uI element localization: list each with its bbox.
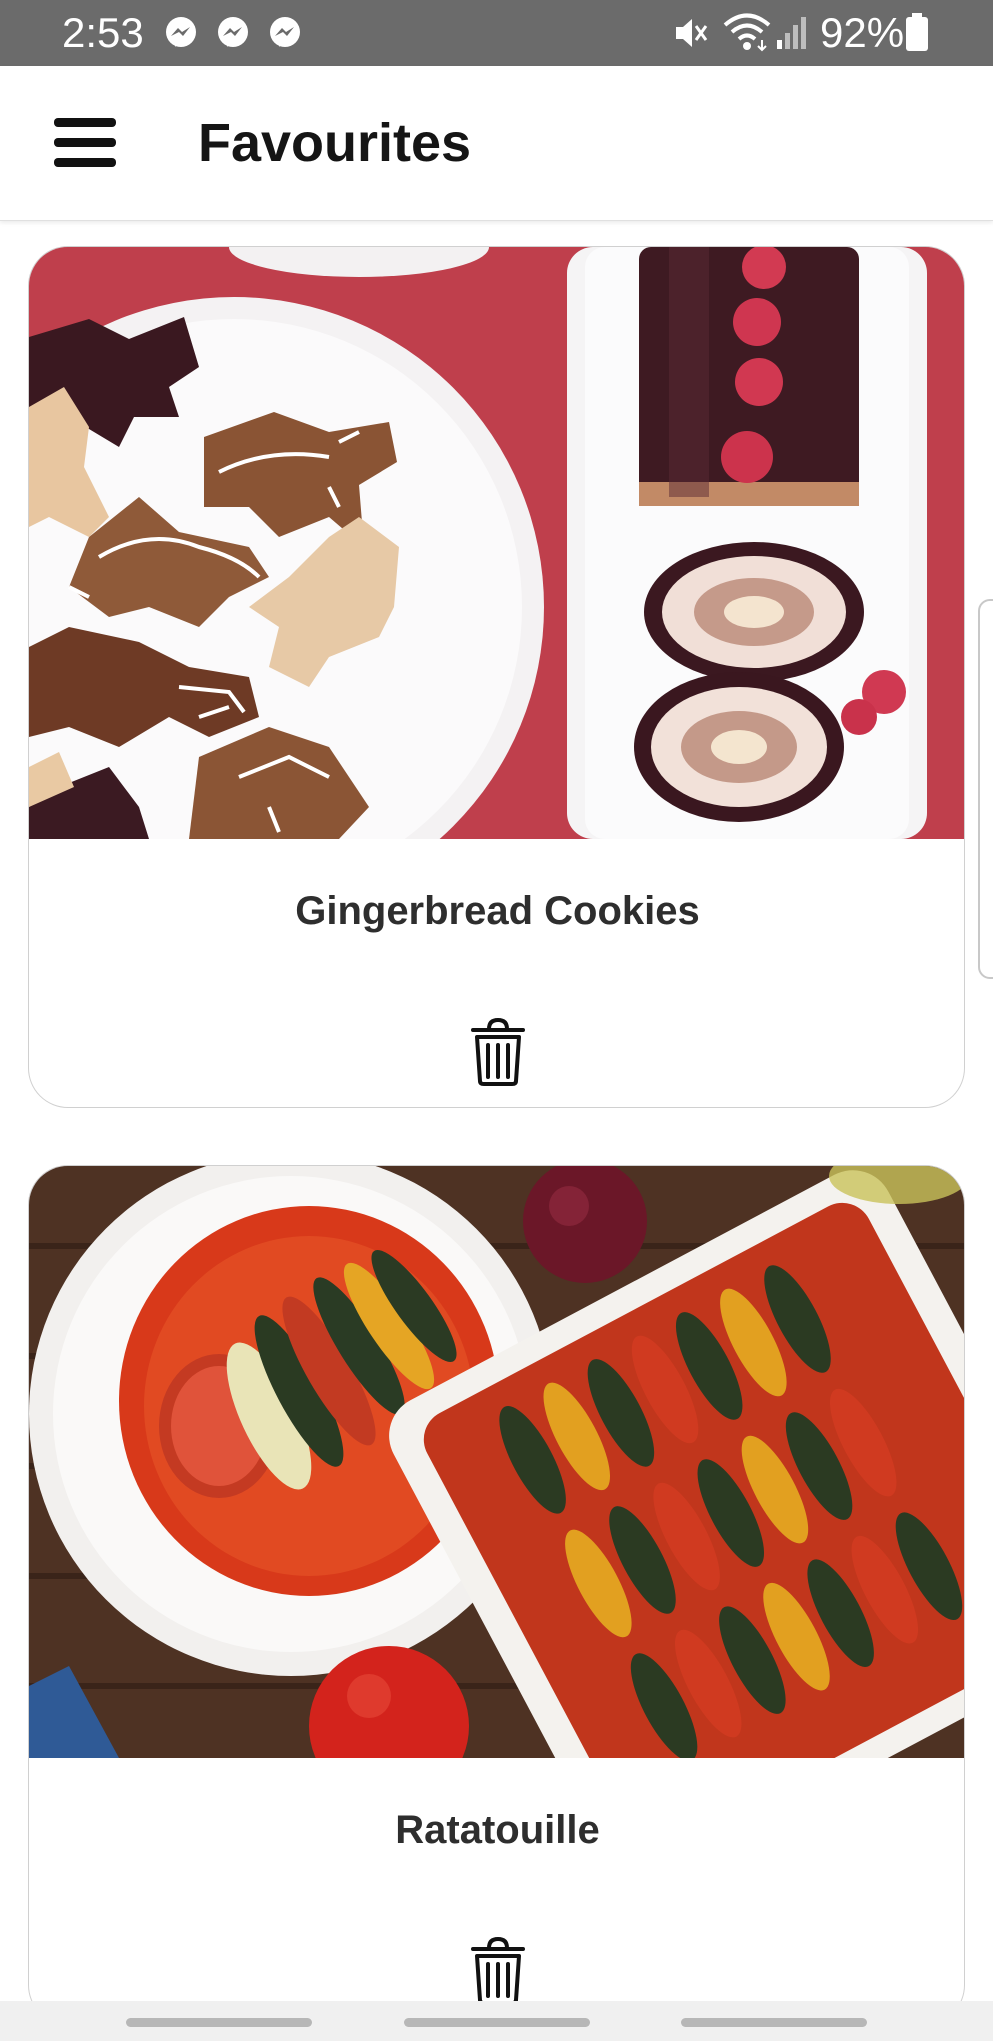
app-bar: Favourites [0,66,993,221]
favourites-screen: 2:53 92% Favourites Gingerbread Cookies … [0,0,993,2041]
gingerbread-cookies-photo[interactable] [29,247,964,839]
trash-icon[interactable] [467,1936,529,2001]
hamburger-menu-icon[interactable] [50,116,120,172]
recipe-card[interactable]: Gingerbread Cookies [28,246,965,1108]
ratatouille-photo[interactable] [29,1166,964,1758]
status-time: 2:53 [62,9,144,56]
edge-panel-handle[interactable] [978,599,993,979]
recent-apps-button[interactable] [126,2018,312,2027]
recipe-title[interactable]: Ratatouille [29,1806,964,1854]
battery-icon [905,12,929,52]
messenger-icon [216,16,250,50]
status-bar: 2:53 92% [0,0,993,66]
recipe-card[interactable]: Ratatouille [28,1165,965,2001]
favourites-list[interactable]: Gingerbread Cookies Ratatouille [0,221,993,2001]
battery-percentage: 92% [820,9,905,56]
messenger-icon [268,16,302,50]
back-button[interactable] [681,2018,867,2027]
wifi-icon [722,12,772,52]
navigation-bar [0,2001,993,2041]
home-button[interactable] [404,2018,590,2027]
page-title: Favourites [198,113,472,173]
messenger-icon [164,16,198,50]
signal-icon [775,14,809,50]
mute-icon [672,14,710,52]
trash-icon[interactable] [467,1017,529,1087]
recipe-title[interactable]: Gingerbread Cookies [29,887,964,935]
